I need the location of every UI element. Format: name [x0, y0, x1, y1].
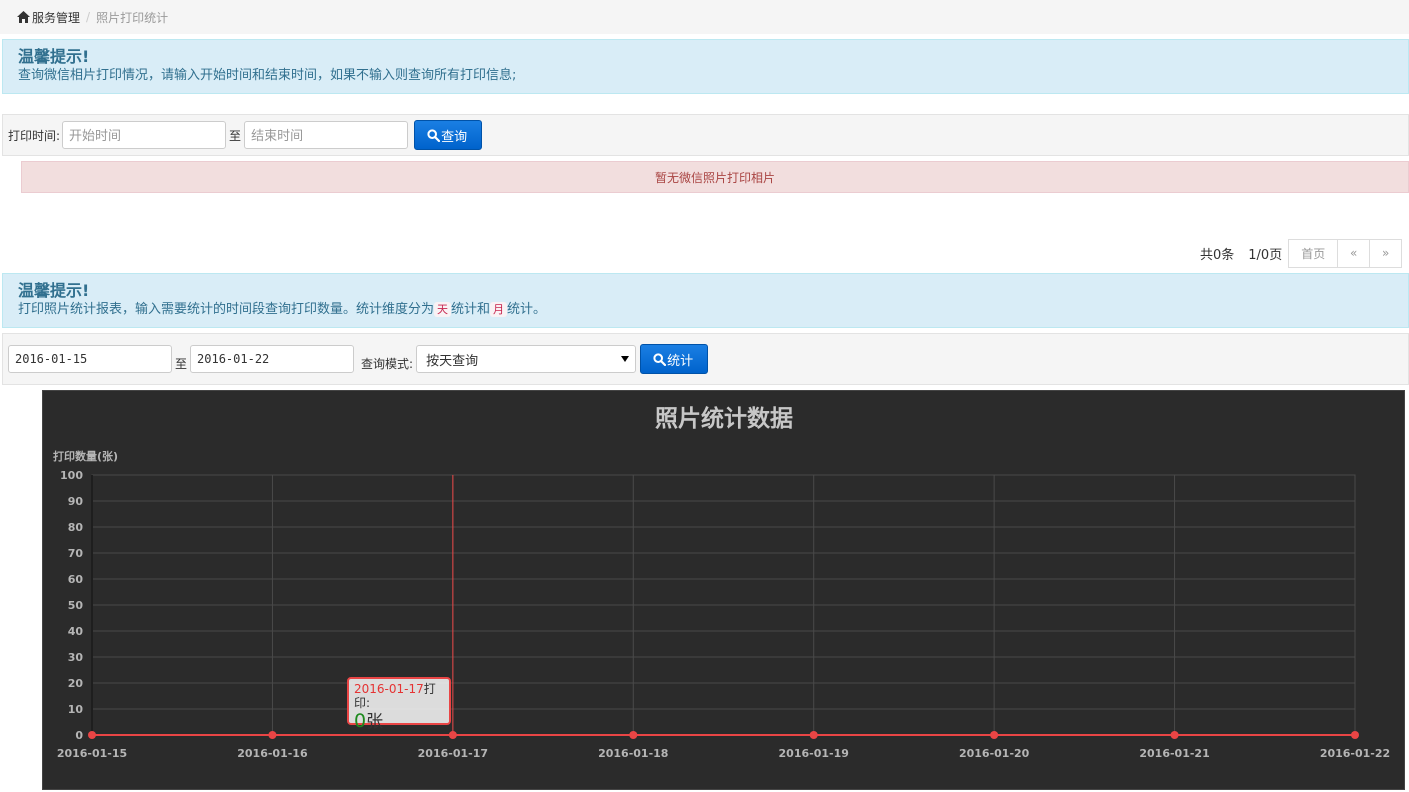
tip-title: 温馨提示! — [18, 281, 90, 300]
next-page-button[interactable]: » — [1369, 238, 1403, 268]
search-icon — [653, 352, 667, 366]
y-tick-label: 90 — [68, 495, 84, 508]
first-page-button[interactable]: 首页 — [1288, 238, 1339, 268]
y-tick-label: 40 — [68, 625, 84, 638]
stat-start-date-input[interactable] — [8, 345, 172, 373]
data-point — [990, 731, 999, 739]
y-tick-label: 50 — [68, 599, 84, 612]
breadcrumb-current: 照片打印统计 — [96, 10, 169, 25]
y-tick-label: 10 — [68, 703, 84, 716]
y-tick-label: 20 — [68, 677, 84, 690]
y-tick-label: 0 — [75, 729, 83, 742]
breadcrumb: 服务管理 / 照片打印统计 — [0, 0, 1409, 34]
tooltip-date: 2016-01-17 — [354, 682, 424, 696]
code-day: 天 — [434, 302, 452, 317]
stat-button-label: 统计 — [667, 353, 694, 369]
caret-down-icon — [621, 356, 630, 362]
query-button[interactable]: 查询 — [414, 120, 483, 150]
data-point — [88, 731, 96, 739]
query-mode-value: 按天查询 — [426, 353, 479, 369]
search-toolbar: 打印时间: 至 查询 — [2, 114, 1409, 156]
tip-text-part: 统计和 — [451, 302, 491, 317]
data-point — [809, 731, 818, 739]
y-tick-label: 30 — [68, 651, 84, 664]
total-count: 共0条 — [1200, 247, 1235, 263]
search-icon — [427, 128, 441, 142]
chart-tooltip: 2016-01-17打印: 0张 — [347, 677, 451, 732]
end-time-input[interactable] — [244, 121, 409, 149]
tip-title: 温馨提示! — [18, 47, 90, 66]
photo-stats-chart: 照片统计数据 打印数量(张) 0 10 20 30 40 50 60 70 80 90 100 20… — [42, 390, 1405, 790]
empty-notice: 暂无微信照片打印相片 — [21, 161, 1409, 193]
code-month: 月 — [490, 302, 508, 317]
x-tick-label: 2016-01-17 — [418, 747, 488, 760]
stat-end-date-input[interactable] — [190, 345, 355, 373]
x-tick-label: 2016-01-15 — [57, 747, 127, 760]
tip-text-part: 统计。 — [507, 302, 547, 317]
tooltip-unit: 张 — [366, 712, 384, 732]
stat-button[interactable]: 统计 — [640, 344, 709, 374]
tip-alert-query: 温馨提示! 查询微信相片打印情况，请输入开始时间和结束时间，如果不输入则查询所有… — [2, 39, 1409, 94]
stat-toolbar: 至 查询模式: 按天查询 统计 — [2, 333, 1409, 385]
to-label: 至 — [175, 356, 188, 371]
x-tick-label: 2016-01-18 — [598, 747, 668, 760]
to-label: 至 — [229, 128, 242, 143]
prev-page-button[interactable]: « — [1337, 238, 1371, 268]
query-mode-label: 查询模式: — [361, 356, 414, 371]
data-point — [629, 731, 638, 739]
start-time-input[interactable] — [62, 121, 227, 149]
y-tick-label: 70 — [68, 547, 84, 560]
print-time-label: 打印时间: — [8, 128, 61, 143]
tip-text: 查询微信相片打印情况，请输入开始时间和结束时间，如果不输入则查询所有打印信息; — [18, 68, 517, 83]
query-mode-select[interactable]: 按天查询 — [416, 345, 637, 373]
data-point — [448, 731, 457, 739]
breadcrumb-separator: / — [86, 10, 91, 24]
tip-alert-stats: 温馨提示! 打印照片统计报表，输入需要统计的时间段查询打印数量。统计维度分为天统… — [2, 273, 1409, 328]
x-tick-label: 2016-01-22 — [1320, 747, 1390, 760]
data-point — [1351, 731, 1359, 739]
x-tick-label: 2016-01-21 — [1139, 747, 1209, 760]
chart-title: 照片统计数据 — [655, 405, 793, 431]
y-tick-label: 80 — [68, 521, 84, 534]
tip-text: 打印照片统计报表，输入需要统计的时间段查询打印数量。统计维度分为天统计和月统计。 — [18, 301, 1393, 319]
chart-svg: 照片统计数据 打印数量(张) 0 10 20 30 40 50 60 70 80 90 100 20… — [53, 405, 1390, 760]
y-tick-label: 60 — [68, 573, 84, 586]
x-tick-label: 2016-01-16 — [237, 747, 308, 760]
breadcrumb-service-management[interactable]: 服务管理 — [32, 9, 80, 26]
tooltip-value: 0 — [354, 710, 367, 732]
y-tick-label: 100 — [60, 469, 83, 482]
home-icon — [17, 11, 30, 23]
page-indicator: 1/0页 — [1248, 247, 1283, 263]
y-axis-label: 打印数量(张) — [53, 449, 118, 463]
data-point — [268, 731, 277, 739]
data-point — [1170, 731, 1179, 739]
query-button-label: 查询 — [441, 129, 468, 145]
x-tick-label: 2016-01-19 — [779, 747, 849, 760]
pagination: 共0条 1/0页 首页 « » — [1200, 238, 1403, 268]
tip-text-part: 打印照片统计报表，输入需要统计的时间段查询打印数量。统计维度分为 — [18, 302, 435, 317]
x-tick-label: 2016-01-20 — [959, 747, 1030, 760]
